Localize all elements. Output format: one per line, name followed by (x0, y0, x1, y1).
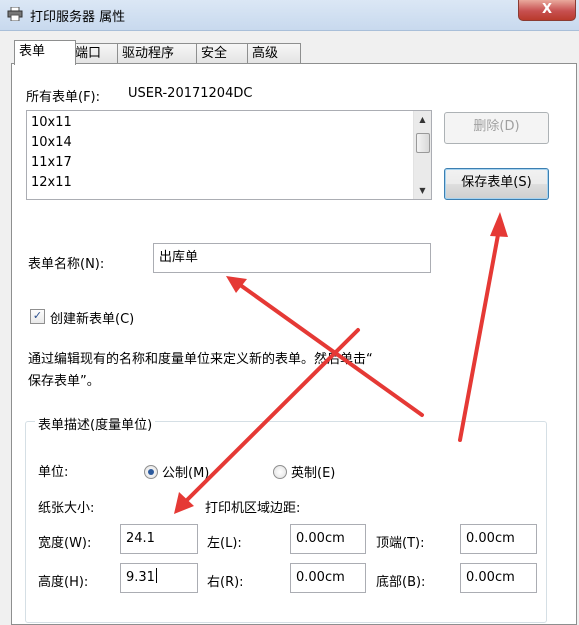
english-radio[interactable] (273, 465, 287, 479)
window-title: 打印服务器 属性 (30, 10, 126, 25)
width-input[interactable]: 24.1 (120, 524, 198, 554)
height-label: 高度(H): (38, 575, 89, 590)
text-caret (155, 568, 157, 583)
list-item[interactable]: 10x11 (31, 115, 72, 130)
paper-size-label: 纸张大小: (38, 501, 95, 516)
all-forms-label: 所有表单(F): (26, 90, 101, 105)
tab-ports[interactable]: 端口 (70, 43, 120, 64)
right-margin-input[interactable]: 0.00cm (290, 563, 366, 593)
delete-button[interactable]: 删除(D) (444, 112, 549, 144)
tab-drivers[interactable]: 驱动程序 (117, 43, 199, 64)
list-item[interactable]: 12x11 (31, 175, 72, 190)
printer-icon (7, 7, 23, 21)
close-icon: X (541, 2, 553, 17)
group-label: 表单描述(度量单位) (35, 414, 156, 433)
list-scrollbar[interactable]: ▲ ▼ (413, 111, 431, 199)
title-bar: 打印服务器 属性 (0, 0, 579, 31)
tab-forms[interactable]: 表单 (14, 40, 76, 65)
metric-radio[interactable] (144, 465, 158, 479)
check-icon: ✓ (32, 309, 43, 322)
unit-label: 单位: (38, 465, 69, 480)
margin-label: 打印机区域边距: (205, 501, 301, 516)
bottom-margin-input[interactable]: 0.00cm (460, 563, 537, 593)
left-margin-label: 左(L): (207, 536, 242, 551)
scroll-thumb[interactable] (416, 133, 430, 153)
top-margin-input[interactable]: 0.00cm (460, 524, 537, 554)
form-name-label: 表单名称(N): (28, 257, 105, 272)
left-margin-input[interactable]: 0.00cm (290, 524, 366, 554)
list-item[interactable]: 10x14 (31, 135, 72, 150)
instructions-line-2: 保存表单”。 (28, 374, 100, 389)
height-input[interactable]: 9.31 (120, 563, 198, 593)
form-name-input[interactable]: 出库单 (153, 243, 431, 273)
forms-list[interactable]: 10x11 10x14 11x17 12x11 ▲ ▼ (26, 110, 432, 200)
bottom-margin-label: 底部(B): (376, 575, 426, 590)
close-button[interactable]: X (518, 0, 576, 21)
tab-advanced[interactable]: 高级 (247, 43, 301, 64)
english-label[interactable]: 英制(E) (291, 462, 335, 481)
right-margin-label: 右(R): (207, 575, 244, 590)
top-margin-label: 顶端(T): (376, 536, 425, 551)
tab-security[interactable]: 安全 (196, 43, 250, 64)
server-name: USER-20171204DC (128, 86, 253, 101)
create-new-label[interactable]: 创建新表单(C) (50, 308, 134, 327)
radio-dot-icon (148, 469, 154, 475)
create-new-checkbox[interactable]: ✓ (30, 309, 45, 324)
instructions-line-1: 通过编辑现有的名称和度量单位来定义新的表单。然后单击“ (28, 352, 373, 367)
save-form-button[interactable]: 保存表单(S) (444, 168, 549, 200)
metric-label[interactable]: 公制(M) (162, 462, 209, 481)
list-item[interactable]: 11x17 (31, 155, 72, 170)
scroll-down-icon[interactable]: ▼ (414, 182, 431, 199)
scroll-up-icon[interactable]: ▲ (414, 111, 431, 128)
width-label: 宽度(W): (38, 536, 92, 551)
